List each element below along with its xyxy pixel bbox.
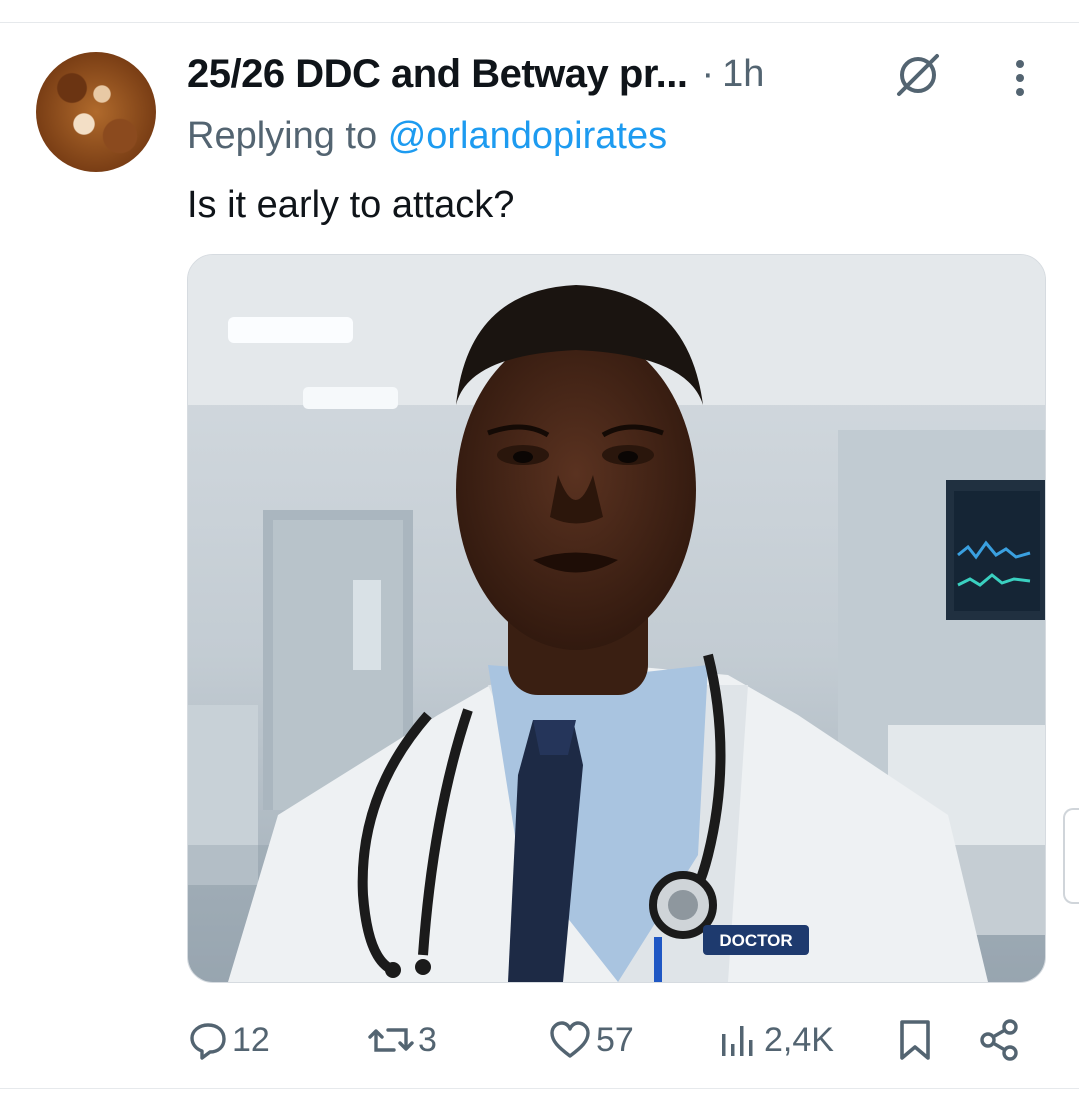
avatar[interactable] bbox=[36, 52, 156, 172]
views-button[interactable]: 2,4K bbox=[718, 1012, 834, 1068]
heart-icon bbox=[550, 1021, 590, 1058]
views-chart-icon bbox=[722, 1026, 753, 1056]
post-image[interactable]: DOCTOR bbox=[187, 254, 1046, 983]
top-divider bbox=[0, 22, 1079, 23]
post-text: Is it early to attack? bbox=[187, 184, 515, 226]
repost-button[interactable]: 3 bbox=[368, 1012, 437, 1068]
replying-prefix: Replying to bbox=[187, 115, 378, 157]
grok-icon[interactable] bbox=[893, 52, 943, 98]
post-separator: · bbox=[701, 52, 715, 95]
repost-count: 3 bbox=[418, 1020, 437, 1059]
display-name[interactable]: 25/26 DDC and Betway pr... bbox=[187, 52, 688, 97]
post-time[interactable]: 1h bbox=[722, 53, 764, 96]
reply-button[interactable]: 12 bbox=[188, 1012, 270, 1068]
badge-text: DOCTOR bbox=[719, 931, 792, 950]
more-vertical-icon[interactable] bbox=[1008, 56, 1032, 100]
repost-icon bbox=[368, 1028, 414, 1052]
like-count: 57 bbox=[596, 1020, 634, 1059]
bottom-divider bbox=[0, 1088, 1079, 1089]
person-face bbox=[456, 330, 696, 650]
bookmark-icon bbox=[900, 1020, 930, 1060]
like-button[interactable]: 57 bbox=[548, 1012, 634, 1068]
reply-icon bbox=[190, 1023, 226, 1060]
scroll-handle[interactable] bbox=[1063, 808, 1079, 904]
bookmark-button[interactable] bbox=[895, 1012, 935, 1068]
reply-count: 12 bbox=[232, 1020, 270, 1059]
post-header: 25/26 DDC and Betway pr... · 1h bbox=[187, 48, 764, 100]
replying-to: Replying to @orlandopirates bbox=[187, 115, 667, 158]
share-button[interactable] bbox=[978, 1012, 1022, 1068]
action-bar: 12 3 57 2,4K bbox=[0, 1012, 1079, 1068]
views-count: 2,4K bbox=[764, 1020, 834, 1059]
share-icon bbox=[980, 1019, 1018, 1061]
replying-handle-link[interactable]: @orlandopirates bbox=[388, 115, 667, 157]
